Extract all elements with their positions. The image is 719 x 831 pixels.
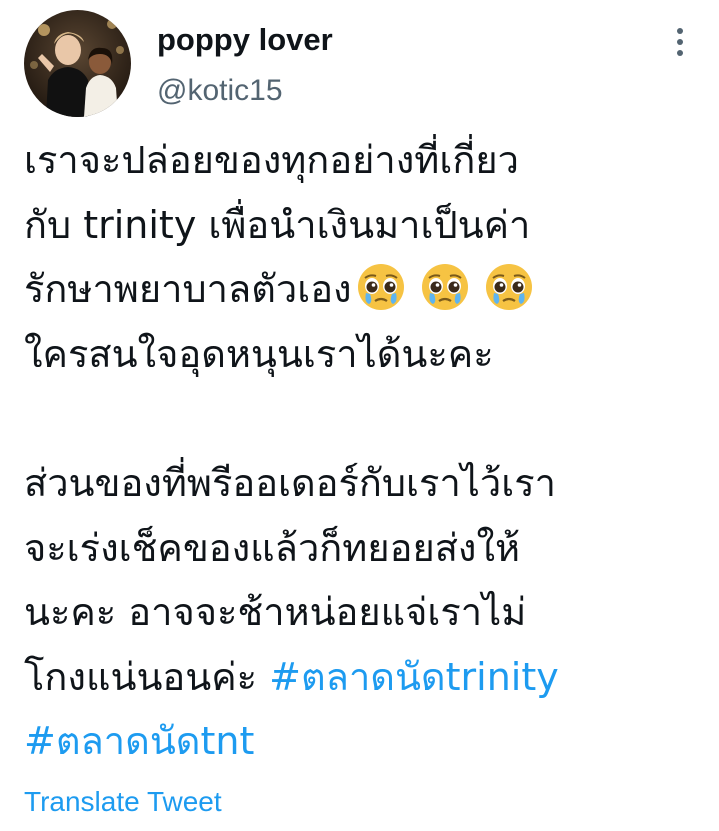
- hashtag-link[interactable]: #ตลาดนัดtnt: [24, 719, 254, 763]
- tweet-line: กับ trinity เพื่อนำเงินมาเป็นค่า: [24, 202, 531, 247]
- translate-tweet-link[interactable]: Translate Tweet: [24, 784, 222, 820]
- tweet-line-text: รักษาพยาบาลตัวเอง: [24, 267, 352, 312]
- avatar-photo: [24, 10, 131, 117]
- hashtag-link[interactable]: #ตลาดนัดtrinity: [269, 655, 559, 699]
- tweet-line: จะเร่งเช็คของแล้วก็ทยอยส่งให้: [24, 525, 521, 570]
- tweet-line: เราจะปล่อยของทุกอย่างที่เกี่ยว: [24, 138, 519, 182]
- pleading-face-emoji-icon: [485, 264, 532, 311]
- tweet-line: #ตลาดนัดtnt: [24, 709, 704, 774]
- tweet-line: ใครสนใจอุดหนุนเราได้นะคะ: [24, 331, 494, 376]
- tweet-line: โกงแน่นอนค่ะ #ตลาดนัดtrinity: [24, 645, 704, 710]
- avatar[interactable]: [24, 10, 131, 117]
- tweet-line-text: โกงแน่นอนค่ะ: [24, 654, 270, 699]
- more-options-button[interactable]: [662, 24, 698, 60]
- pleading-face-emoji-icon: [357, 264, 404, 311]
- pleading-face-emoji-icon: [421, 264, 468, 311]
- tweet-line: ส่วนของที่พรีออเดอร์กับเราไว้เรา: [24, 460, 556, 505]
- more-vertical-icon: [677, 28, 683, 56]
- tweet-line: รักษาพยาบาลตัวเอง: [24, 257, 704, 322]
- author-display-name[interactable]: poppy lover: [157, 20, 333, 60]
- tweet-text: เราจะปล่อยของทุกอย่างที่เกี่ยว กับ trini…: [24, 128, 704, 774]
- tweet-line: นะคะ อาจจะช้าหน่อยแจ่เราไม่: [24, 590, 527, 635]
- author-handle[interactable]: @kotic15: [157, 72, 283, 110]
- tweet-header: poppy lover @kotic15: [0, 0, 719, 120]
